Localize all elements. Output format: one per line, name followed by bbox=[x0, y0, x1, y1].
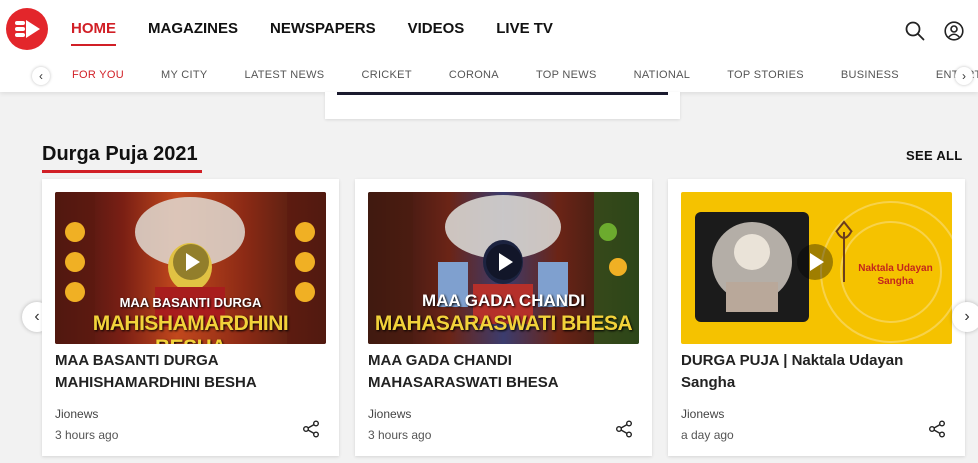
play-icon[interactable] bbox=[172, 244, 209, 280]
thumbnail-caption: Naktala Udayan Sangha bbox=[858, 263, 933, 287]
thumbnail-caption-small: MAA GADA CHANDI bbox=[421, 291, 586, 310]
video-source: Jionews bbox=[55, 407, 99, 421]
video-timestamp: a day ago bbox=[681, 428, 734, 442]
play-icon[interactable] bbox=[485, 244, 522, 280]
video-timestamp: 3 hours ago bbox=[368, 428, 432, 442]
category-corona[interactable]: CORONA bbox=[449, 69, 499, 81]
play-icon[interactable] bbox=[796, 244, 833, 280]
thumbnail-caption-big: MAHASARASWATI BHESA bbox=[374, 312, 633, 335]
category-top-news[interactable]: TOP NEWS bbox=[536, 69, 597, 81]
video-source: Jionews bbox=[681, 407, 725, 421]
video-thumbnail[interactable]: MAA BASANTI DURGA MAHISHAMARDHINI BESHA bbox=[55, 192, 326, 344]
nav-live-tv[interactable]: LIVE TV bbox=[496, 20, 553, 43]
carousel-next-arrow[interactable]: › bbox=[952, 302, 978, 332]
video-title[interactable]: MAA BASANTI DURGA MAHISHAMARDHINI BESHA bbox=[55, 350, 327, 394]
nav-videos[interactable]: VIDEOS bbox=[408, 20, 465, 43]
category-national[interactable]: NATIONAL bbox=[634, 69, 691, 81]
video-timestamp: 3 hours ago bbox=[55, 428, 119, 442]
share-icon[interactable] bbox=[302, 420, 320, 438]
section-title: Durga Puja 2021 bbox=[42, 143, 202, 173]
previous-card-bottom bbox=[325, 92, 680, 119]
main-nav: HOME MAGAZINES NEWSPAPERS VIDEOS LIVE TV bbox=[71, 20, 585, 46]
nav-magazines[interactable]: MAGAZINES bbox=[148, 20, 238, 43]
thumbnail-caption-small: MAA BASANTI DURGA bbox=[119, 295, 262, 310]
video-source: Jionews bbox=[368, 407, 412, 421]
nav-home[interactable]: HOME bbox=[71, 20, 116, 46]
user-icon[interactable] bbox=[944, 21, 964, 41]
nav-newspapers[interactable]: NEWSPAPERS bbox=[270, 20, 376, 43]
video-card[interactable]: Naktala Udayan Sangha DURGA PUJA | Nakta… bbox=[668, 179, 965, 456]
search-icon[interactable] bbox=[905, 21, 925, 41]
video-card[interactable]: MAA GADA CHANDI MAHASARASWATI BHESA MAA … bbox=[355, 179, 652, 456]
video-card[interactable]: MAA BASANTI DURGA MAHISHAMARDHINI BESHA … bbox=[42, 179, 339, 456]
category-for-you[interactable]: FOR YOU bbox=[72, 69, 124, 81]
category-my-city[interactable]: MY CITY bbox=[161, 69, 208, 81]
video-title[interactable]: DURGA PUJA | Naktala Udayan Sangha bbox=[681, 350, 953, 394]
card-divider bbox=[337, 92, 668, 95]
video-thumbnail[interactable]: Naktala Udayan Sangha bbox=[681, 192, 952, 344]
top-header: HOME MAGAZINES NEWSPAPERS VIDEOS LIVE TV… bbox=[0, 0, 978, 92]
category-latest-news[interactable]: LATEST NEWS bbox=[245, 69, 325, 81]
category-business[interactable]: BUSINESS bbox=[841, 69, 899, 81]
share-icon[interactable] bbox=[928, 420, 946, 438]
share-icon[interactable] bbox=[615, 420, 633, 438]
video-title[interactable]: MAA GADA CHANDI MAHASARASWATI BHESA bbox=[368, 350, 640, 394]
thumbnail-caption-big: MAHISHAMARDHINI BESHA bbox=[92, 312, 289, 344]
category-top-stories[interactable]: TOP STORIES bbox=[727, 69, 804, 81]
video-thumbnail[interactable]: MAA GADA CHANDI MAHASARASWATI BHESA bbox=[368, 192, 639, 344]
see-all-link[interactable]: SEE ALL bbox=[906, 148, 963, 163]
jionews-logo[interactable] bbox=[6, 8, 48, 50]
category-next-arrow[interactable]: › bbox=[955, 67, 973, 85]
category-cricket[interactable]: CRICKET bbox=[361, 69, 411, 81]
category-list: FOR YOU MY CITY LATEST NEWS CRICKET CORO… bbox=[72, 69, 978, 81]
category-nav: ‹ FOR YOU MY CITY LATEST NEWS CRICKET CO… bbox=[0, 62, 978, 90]
category-prev-arrow[interactable]: ‹ bbox=[32, 67, 50, 85]
